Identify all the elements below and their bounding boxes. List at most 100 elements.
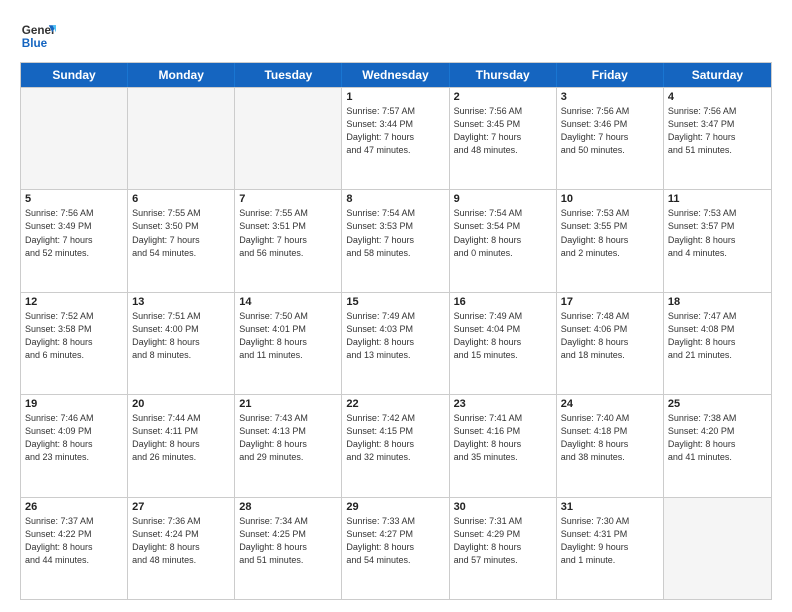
day-number: 10 (561, 193, 659, 205)
day-info: Sunrise: 7:56 AM Sunset: 3:45 PM Dayligh… (454, 105, 552, 157)
day-info: Sunrise: 7:30 AM Sunset: 4:31 PM Dayligh… (561, 515, 659, 567)
day-number: 7 (239, 193, 337, 205)
day-info: Sunrise: 7:56 AM Sunset: 3:49 PM Dayligh… (25, 207, 123, 259)
day-info: Sunrise: 7:41 AM Sunset: 4:16 PM Dayligh… (454, 412, 552, 464)
day-number: 14 (239, 296, 337, 308)
cal-cell: 20 Sunrise: 7:44 AM Sunset: 4:11 PM Dayli… (128, 395, 235, 496)
day-info: Sunrise: 7:31 AM Sunset: 4:29 PM Dayligh… (454, 515, 552, 567)
day-number: 4 (668, 91, 767, 103)
cal-cell: 17 Sunrise: 7:48 AM Sunset: 4:06 PM Dayli… (557, 293, 664, 394)
cal-cell: 3 Sunrise: 7:56 AM Sunset: 3:46 PM Daylig… (557, 88, 664, 189)
cal-cell: 12Sunrise: 7:52 AM Sunset: 3:58 PM Dayli… (21, 293, 128, 394)
header-cell-tuesday: Tuesday (235, 63, 342, 87)
cal-cell: 6 Sunrise: 7:55 AM Sunset: 3:50 PM Daylig… (128, 190, 235, 291)
cal-cell: 16 Sunrise: 7:49 AM Sunset: 4:04 PM Dayli… (450, 293, 557, 394)
cal-cell: 25 Sunrise: 7:38 AM Sunset: 4:20 PM Dayli… (664, 395, 771, 496)
day-info: Sunrise: 7:50 AM Sunset: 4:01 PM Dayligh… (239, 310, 337, 362)
cal-cell: 4 Sunrise: 7:56 AM Sunset: 3:47 PM Daylig… (664, 88, 771, 189)
day-info: Sunrise: 7:49 AM Sunset: 4:04 PM Dayligh… (454, 310, 552, 362)
day-number: 11 (668, 193, 767, 205)
cal-cell: 22Sunrise: 7:42 AM Sunset: 4:15 PM Dayli… (342, 395, 449, 496)
calendar-row-3: 19Sunrise: 7:46 AM Sunset: 4:09 PM Dayli… (21, 394, 771, 496)
day-info: Sunrise: 7:56 AM Sunset: 3:46 PM Dayligh… (561, 105, 659, 157)
day-number: 29 (346, 501, 444, 513)
day-info: Sunrise: 7:38 AM Sunset: 4:20 PM Dayligh… (668, 412, 767, 464)
cal-cell (235, 88, 342, 189)
day-number: 21 (239, 398, 337, 410)
header-cell-sunday: Sunday (21, 63, 128, 87)
day-number: 26 (25, 501, 123, 513)
cal-cell: 30Sunrise: 7:31 AM Sunset: 4:29 PM Dayli… (450, 498, 557, 599)
cal-cell: 1Sunrise: 7:57 AM Sunset: 3:44 PM Daylig… (342, 88, 449, 189)
cal-cell: 19Sunrise: 7:46 AM Sunset: 4:09 PM Dayli… (21, 395, 128, 496)
day-info: Sunrise: 7:53 AM Sunset: 3:57 PM Dayligh… (668, 207, 767, 259)
day-info: Sunrise: 7:48 AM Sunset: 4:06 PM Dayligh… (561, 310, 659, 362)
cal-cell: 13 Sunrise: 7:51 AM Sunset: 4:00 PM Dayli… (128, 293, 235, 394)
day-info: Sunrise: 7:43 AM Sunset: 4:13 PM Dayligh… (239, 412, 337, 464)
header: General Blue (20, 18, 772, 54)
day-info: Sunrise: 7:44 AM Sunset: 4:11 PM Dayligh… (132, 412, 230, 464)
logo-icon: General Blue (20, 18, 56, 54)
day-info: Sunrise: 7:37 AM Sunset: 4:22 PM Dayligh… (25, 515, 123, 567)
cal-cell: 2 Sunrise: 7:56 AM Sunset: 3:45 PM Daylig… (450, 88, 557, 189)
calendar-row-0: 1Sunrise: 7:57 AM Sunset: 3:44 PM Daylig… (21, 87, 771, 189)
day-info: Sunrise: 7:54 AM Sunset: 3:54 PM Dayligh… (454, 207, 552, 259)
day-info: Sunrise: 7:56 AM Sunset: 3:47 PM Dayligh… (668, 105, 767, 157)
day-info: Sunrise: 7:51 AM Sunset: 4:00 PM Dayligh… (132, 310, 230, 362)
day-info: Sunrise: 7:49 AM Sunset: 4:03 PM Dayligh… (346, 310, 444, 362)
header-cell-friday: Friday (557, 63, 664, 87)
day-number: 22 (346, 398, 444, 410)
day-info: Sunrise: 7:34 AM Sunset: 4:25 PM Dayligh… (239, 515, 337, 567)
cal-cell: 28 Sunrise: 7:34 AM Sunset: 4:25 PM Dayli… (235, 498, 342, 599)
svg-text:Blue: Blue (22, 37, 48, 50)
header-cell-saturday: Saturday (664, 63, 771, 87)
day-info: Sunrise: 7:33 AM Sunset: 4:27 PM Dayligh… (346, 515, 444, 567)
header-cell-monday: Monday (128, 63, 235, 87)
cal-cell: 7 Sunrise: 7:55 AM Sunset: 3:51 PM Daylig… (235, 190, 342, 291)
day-number: 28 (239, 501, 337, 513)
cal-cell: 21 Sunrise: 7:43 AM Sunset: 4:13 PM Dayli… (235, 395, 342, 496)
cal-cell: 14 Sunrise: 7:50 AM Sunset: 4:01 PM Dayli… (235, 293, 342, 394)
day-number: 24 (561, 398, 659, 410)
day-number: 23 (454, 398, 552, 410)
cal-cell (128, 88, 235, 189)
cal-cell: 24 Sunrise: 7:40 AM Sunset: 4:18 PM Dayli… (557, 395, 664, 496)
cal-cell: 23 Sunrise: 7:41 AM Sunset: 4:16 PM Dayli… (450, 395, 557, 496)
day-info: Sunrise: 7:55 AM Sunset: 3:51 PM Dayligh… (239, 207, 337, 259)
day-info: Sunrise: 7:55 AM Sunset: 3:50 PM Dayligh… (132, 207, 230, 259)
cal-cell: 11 Sunrise: 7:53 AM Sunset: 3:57 PM Dayli… (664, 190, 771, 291)
cal-cell: 5 Sunrise: 7:56 AM Sunset: 3:49 PM Daylig… (21, 190, 128, 291)
day-number: 20 (132, 398, 230, 410)
cal-cell: 18 Sunrise: 7:47 AM Sunset: 4:08 PM Dayli… (664, 293, 771, 394)
day-info: Sunrise: 7:53 AM Sunset: 3:55 PM Dayligh… (561, 207, 659, 259)
day-number: 3 (561, 91, 659, 103)
logo: General Blue (20, 18, 56, 54)
day-number: 27 (132, 501, 230, 513)
day-number: 25 (668, 398, 767, 410)
day-number: 6 (132, 193, 230, 205)
day-info: Sunrise: 7:54 AM Sunset: 3:53 PM Dayligh… (346, 207, 444, 259)
day-number: 2 (454, 91, 552, 103)
cal-cell: 29 Sunrise: 7:33 AM Sunset: 4:27 PM Dayli… (342, 498, 449, 599)
day-number: 9 (454, 193, 552, 205)
calendar-body: 1Sunrise: 7:57 AM Sunset: 3:44 PM Daylig… (21, 87, 771, 599)
day-info: Sunrise: 7:47 AM Sunset: 4:08 PM Dayligh… (668, 310, 767, 362)
cal-cell (664, 498, 771, 599)
day-number: 5 (25, 193, 123, 205)
cal-cell: 8Sunrise: 7:54 AM Sunset: 3:53 PM Daylig… (342, 190, 449, 291)
day-number: 1 (346, 91, 444, 103)
header-cell-thursday: Thursday (450, 63, 557, 87)
day-number: 18 (668, 296, 767, 308)
day-number: 13 (132, 296, 230, 308)
page: General Blue SundayMondayTuesdayWednesda… (0, 0, 792, 612)
calendar-row-4: 26 Sunrise: 7:37 AM Sunset: 4:22 PM Dayli… (21, 497, 771, 599)
day-info: Sunrise: 7:52 AM Sunset: 3:58 PM Dayligh… (25, 310, 123, 362)
day-info: Sunrise: 7:36 AM Sunset: 4:24 PM Dayligh… (132, 515, 230, 567)
calendar: SundayMondayTuesdayWednesdayThursdayFrid… (20, 62, 772, 600)
day-info: Sunrise: 7:40 AM Sunset: 4:18 PM Dayligh… (561, 412, 659, 464)
day-number: 16 (454, 296, 552, 308)
cal-cell: 26 Sunrise: 7:37 AM Sunset: 4:22 PM Dayli… (21, 498, 128, 599)
cal-cell: 15Sunrise: 7:49 AM Sunset: 4:03 PM Dayli… (342, 293, 449, 394)
day-number: 17 (561, 296, 659, 308)
cal-cell: 10 Sunrise: 7:53 AM Sunset: 3:55 PM Dayli… (557, 190, 664, 291)
